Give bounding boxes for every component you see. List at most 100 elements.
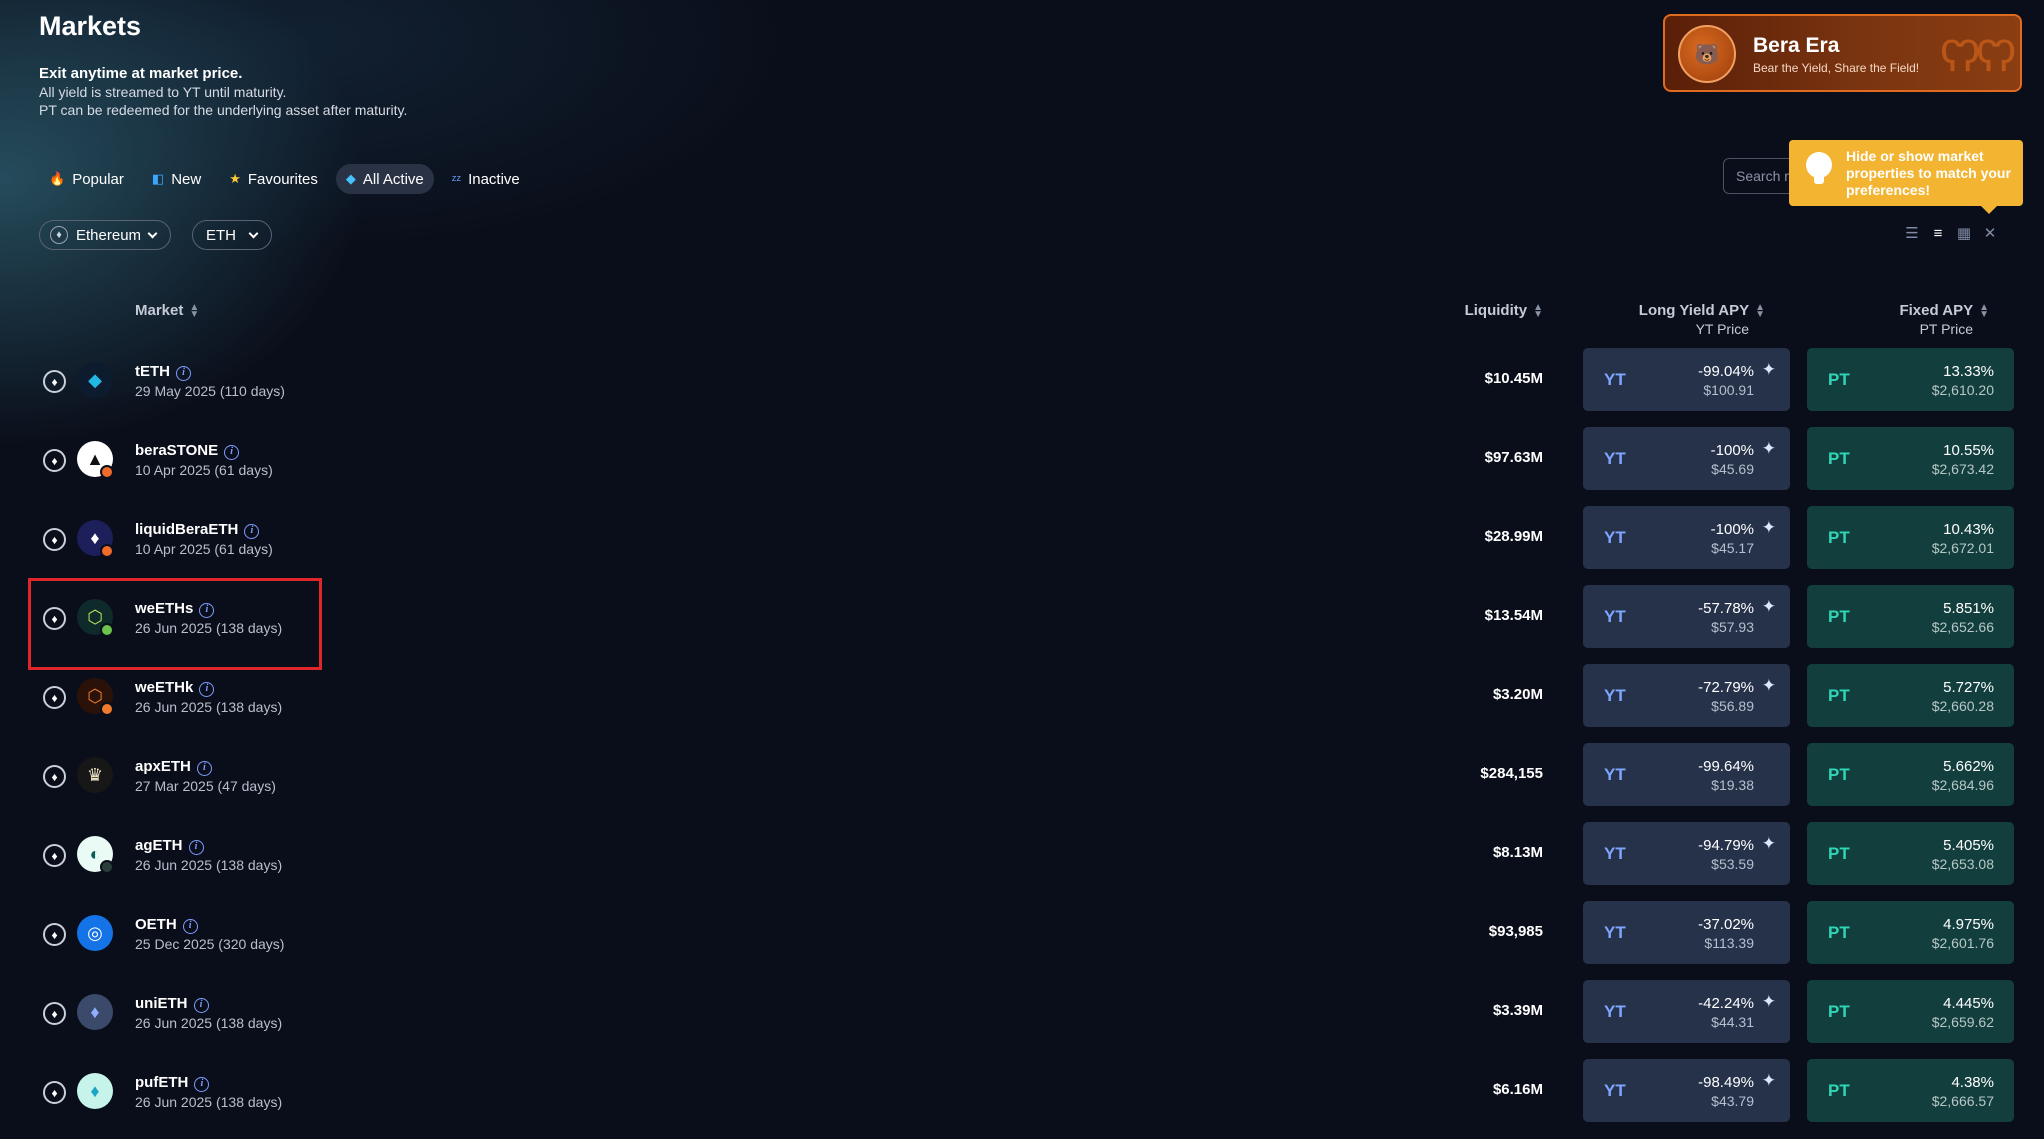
pt-price: $2,652.66	[1931, 619, 1994, 635]
column-market[interactable]: Market ▲ ▼	[135, 302, 199, 320]
info-icon[interactable]: i	[199, 682, 215, 697]
yt-trade-button[interactable]: YT -100% $45.17 ✦	[1583, 506, 1790, 569]
market-maturity: 29 May 2025 (110 days)	[135, 383, 285, 399]
column-pt-price-label: PT Price	[1919, 321, 1973, 337]
table-row[interactable]: ♦ ♛ apxETH i 27 Mar 2025 (47 days) $284,1…	[0, 737, 2044, 816]
pt-label: PT	[1828, 765, 1850, 784]
pt-trade-button[interactable]: PT 13.33% $2,610.20	[1807, 348, 2014, 411]
info-icon[interactable]: i	[196, 761, 212, 776]
ethereum-chain-icon: ♦	[43, 923, 66, 946]
market-name[interactable]: OETH i	[135, 916, 198, 934]
info-icon[interactable]: i	[188, 840, 204, 855]
tab-favourites[interactable]: ★ Favourites	[219, 164, 328, 194]
table-row[interactable]: ♦ ▲ beraSTONE i 10 Apr 2025 (61 days) $97…	[0, 421, 2044, 500]
pt-trade-button[interactable]: PT 5.851% $2,652.66	[1807, 585, 2014, 648]
tab-inactive[interactable]: ᶻᶻ Inactive	[442, 164, 530, 194]
bear-silhouette-icon: ʕʔʕʔ	[1940, 32, 2016, 81]
info-icon[interactable]: i	[193, 998, 209, 1013]
info-icon[interactable]: i	[194, 1077, 210, 1092]
protocol-badge-icon	[100, 860, 114, 874]
column-fixed-apy[interactable]: Fixed APY ▲ ▼ PT Price	[1899, 302, 1989, 337]
yt-trade-button[interactable]: YT -100% $45.69 ✦	[1583, 427, 1790, 490]
yt-trade-button[interactable]: YT -37.02% $113.39	[1583, 901, 1790, 964]
info-icon[interactable]: i	[244, 524, 260, 539]
description-lead: Exit anytime at market price.	[39, 65, 243, 82]
zzz-icon: ᶻᶻ	[451, 171, 462, 187]
pt-trade-button[interactable]: PT 5.662% $2,684.96	[1807, 743, 2014, 806]
pt-trade-button[interactable]: PT 10.55% $2,673.42	[1807, 427, 2014, 490]
pt-price: $2,673.42	[1931, 461, 1994, 477]
table-row[interactable]: ♦ ♦ uniETH i 26 Jun 2025 (138 days) $3.39…	[0, 974, 2044, 1053]
pt-trade-button[interactable]: PT 4.975% $2,601.76	[1807, 901, 2014, 964]
sparkle-icon: ✦	[1761, 360, 1776, 379]
yt-label: YT	[1604, 923, 1626, 942]
pt-trade-button[interactable]: PT 4.38% $2,666.57	[1807, 1059, 2014, 1122]
table-row[interactable]: ♦ ◎ OETH i 25 Dec 2025 (320 days) $93,985…	[0, 895, 2044, 974]
tab-popular[interactable]: 🔥 Popular	[39, 164, 134, 194]
yt-apy: -100%	[1710, 521, 1754, 538]
market-name[interactable]: weETHk i	[135, 679, 215, 697]
pt-trade-button[interactable]: PT 10.43% $2,672.01	[1807, 506, 2014, 569]
market-name-text: OETH	[135, 916, 177, 933]
table-row[interactable]: ♦ ♦ liquidBeraETH i 10 Apr 2025 (61 days)…	[0, 500, 2044, 579]
market-name-text: agETH	[135, 837, 183, 854]
market-name[interactable]: agETH i	[135, 837, 204, 855]
yt-trade-button[interactable]: YT -98.49% $43.79 ✦	[1583, 1059, 1790, 1122]
market-name[interactable]: beraSTONE i	[135, 442, 240, 460]
market-name-text: weETHk	[135, 679, 194, 696]
banner-title: Bera Era	[1753, 34, 1840, 57]
yt-trade-button[interactable]: YT -57.78% $57.93 ✦	[1583, 585, 1790, 648]
market-name[interactable]: apxETH i	[135, 758, 212, 776]
pt-price: $2,672.01	[1931, 540, 1994, 556]
info-icon[interactable]: i	[182, 919, 198, 934]
sort-icon: ▲ ▼	[1979, 302, 1989, 321]
yt-label: YT	[1604, 370, 1626, 389]
yt-trade-button[interactable]: YT -99.64% $19.38	[1583, 743, 1790, 806]
yt-apy: -94.79%	[1698, 837, 1754, 854]
pt-apy: 5.662%	[1943, 758, 1994, 775]
chain-filter-dropdown[interactable]: ♦ Ethereum	[39, 220, 172, 250]
yt-apy: -72.79%	[1698, 679, 1754, 696]
pt-trade-button[interactable]: PT 5.727% $2,660.28	[1807, 664, 2014, 727]
info-icon[interactable]: i	[176, 366, 191, 381]
yt-price: $57.93	[1711, 619, 1754, 635]
market-maturity: 26 Jun 2025 (138 days)	[135, 1094, 283, 1110]
tooltip-text: Hide or show market properties to match …	[1846, 148, 2011, 198]
yt-trade-button[interactable]: YT -94.79% $53.59 ✦	[1583, 822, 1790, 885]
column-long-yield-apy[interactable]: Long Yield APY ▲ ▼ YT Price	[1639, 302, 1765, 337]
ethereum-icon: ♦	[50, 226, 68, 244]
market-name[interactable]: liquidBeraETH i	[135, 521, 260, 539]
bera-era-banner[interactable]: 🐻 Bera Era Bear the Yield, Share the Fie…	[1663, 14, 2022, 92]
chevron-down-icon	[248, 228, 259, 238]
yt-trade-button[interactable]: YT -42.24% $44.31 ✦	[1583, 980, 1790, 1043]
info-icon[interactable]: i	[224, 445, 240, 460]
column-liquidity-label: Liquidity	[1464, 302, 1528, 319]
pt-label: PT	[1828, 370, 1850, 389]
column-liquidity[interactable]: Liquidity ▲ ▼	[1464, 302, 1543, 320]
pt-trade-button[interactable]: PT 5.405% $2,653.08	[1807, 822, 2014, 885]
table-row[interactable]: ♦ ◐ agETH i 26 Jun 2025 (138 days) $8.13M…	[0, 816, 2044, 895]
tab-all-active[interactable]: ◆ All Active	[335, 164, 434, 194]
chevron-down-icon	[147, 228, 158, 238]
table-row[interactable]: ♦ ◆ tETH i 29 May 2025 (110 days) $10.45M…	[0, 342, 2044, 421]
market-name[interactable]: tETH i	[135, 363, 191, 381]
settings-tools-icon[interactable]: ✕	[1982, 226, 1998, 242]
list-view-icon[interactable]: ≡	[1930, 226, 1946, 242]
tab-new[interactable]: ◧ New	[142, 164, 211, 194]
asset-filter-dropdown[interactable]: ETH	[192, 220, 272, 250]
column-yt-price-label: YT Price	[1695, 321, 1749, 337]
table-row[interactable]: ♦ ♦ pufETH i 26 Jun 2025 (138 days) $6.16…	[0, 1053, 2044, 1132]
grid-view-icon[interactable]: ▦	[1956, 226, 1972, 242]
diamond-icon: ◆	[345, 171, 356, 186]
market-name[interactable]: pufETH i	[135, 1074, 210, 1092]
market-name[interactable]: uniETH i	[135, 995, 209, 1013]
yt-trade-button[interactable]: YT -72.79% $56.89 ✦	[1583, 664, 1790, 727]
list-compact-icon[interactable]: ☰	[1904, 226, 1920, 242]
pt-label: PT	[1828, 1081, 1850, 1100]
unieth-logo-icon: ♦	[77, 994, 113, 1030]
tab-label: Favourites	[247, 170, 318, 188]
column-fixed-apy-label: Fixed APY	[1899, 302, 1974, 319]
pt-trade-button[interactable]: PT 4.445% $2,659.62	[1807, 980, 2014, 1043]
yt-trade-button[interactable]: YT -99.04% $100.91 ✦	[1583, 348, 1790, 411]
pt-apy: 4.445%	[1943, 995, 1994, 1012]
